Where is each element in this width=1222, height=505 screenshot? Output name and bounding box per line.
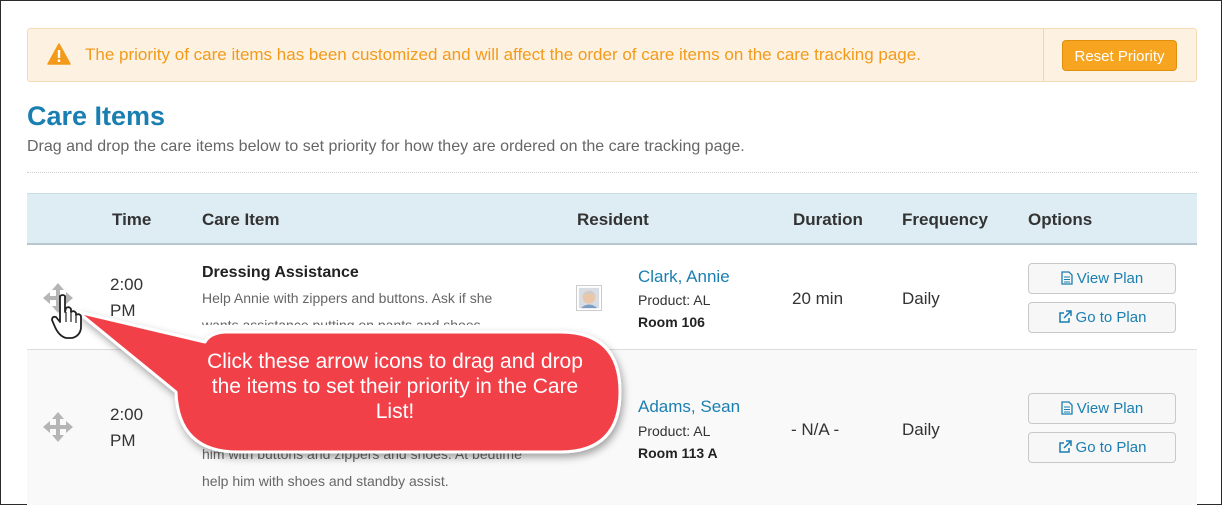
go-to-plan-button[interactable]: Go to Plan — [1028, 432, 1176, 463]
resident-product: Product: AL — [638, 292, 711, 308]
frequency-value: Daily — [902, 289, 940, 308]
frequency-value: Daily — [902, 420, 940, 439]
resident-name-link[interactable]: Clark, Annie — [638, 267, 730, 287]
table-header: Time Care Item Resident Duration Frequen… — [27, 193, 1197, 245]
reset-priority-button[interactable]: Reset Priority — [1062, 40, 1177, 71]
section-divider — [27, 172, 1197, 173]
resident-product: Product: AL — [638, 423, 711, 439]
avatar-icon — [576, 285, 602, 311]
page-title: Care Items — [27, 101, 166, 131]
header-duration[interactable]: Duration — [793, 210, 863, 230]
duration-value: - N/A - — [791, 420, 840, 439]
page-subtitle: Drag and drop the care items below to se… — [27, 138, 745, 155]
file-text-icon — [1061, 271, 1073, 285]
duration-value: 20 min — [792, 289, 844, 308]
external-link-icon — [1058, 310, 1072, 323]
header-options: Options — [1028, 210, 1093, 229]
care-item-description: Help Annie with zippers and buttons. Ask… — [202, 290, 493, 325]
priority-alert: The priority of care items has been cust… — [27, 28, 1197, 82]
care-item-name: Dressing Assistance — [202, 264, 359, 281]
time-cell: 2:00 PM — [110, 275, 144, 320]
care-item-description: him with buttons and zippers and shoes. … — [202, 446, 522, 489]
external-link-icon — [1058, 440, 1072, 453]
time-cell: 2:00 PM — [110, 405, 144, 450]
warning-icon — [47, 43, 71, 65]
resident-name-link[interactable]: Adams, Sean — [638, 397, 740, 417]
resident-room: Room 113 A — [638, 445, 718, 461]
header-care-item[interactable]: Care Item — [202, 210, 279, 230]
alert-message: The priority of care items has been cust… — [85, 45, 921, 64]
view-plan-button[interactable]: View Plan — [1028, 393, 1176, 424]
view-plan-button[interactable]: View Plan — [1028, 263, 1176, 294]
callout-text: Click these arrow icons to drag and drop… — [207, 350, 583, 423]
resident-room: Room 106 — [638, 314, 705, 330]
table-row: 2:00 PM Dressing Assistance Help Annie w… — [27, 245, 1197, 350]
header-frequency[interactable]: Frequency — [902, 210, 988, 230]
move-arrows-icon[interactable] — [43, 283, 73, 313]
header-resident[interactable]: Resident — [577, 210, 649, 230]
header-time[interactable]: Time — [112, 210, 151, 230]
go-to-plan-button[interactable]: Go to Plan — [1028, 302, 1176, 333]
move-arrows-icon[interactable] — [43, 412, 73, 442]
file-text-icon — [1061, 401, 1073, 415]
alert-divider — [1043, 29, 1044, 81]
